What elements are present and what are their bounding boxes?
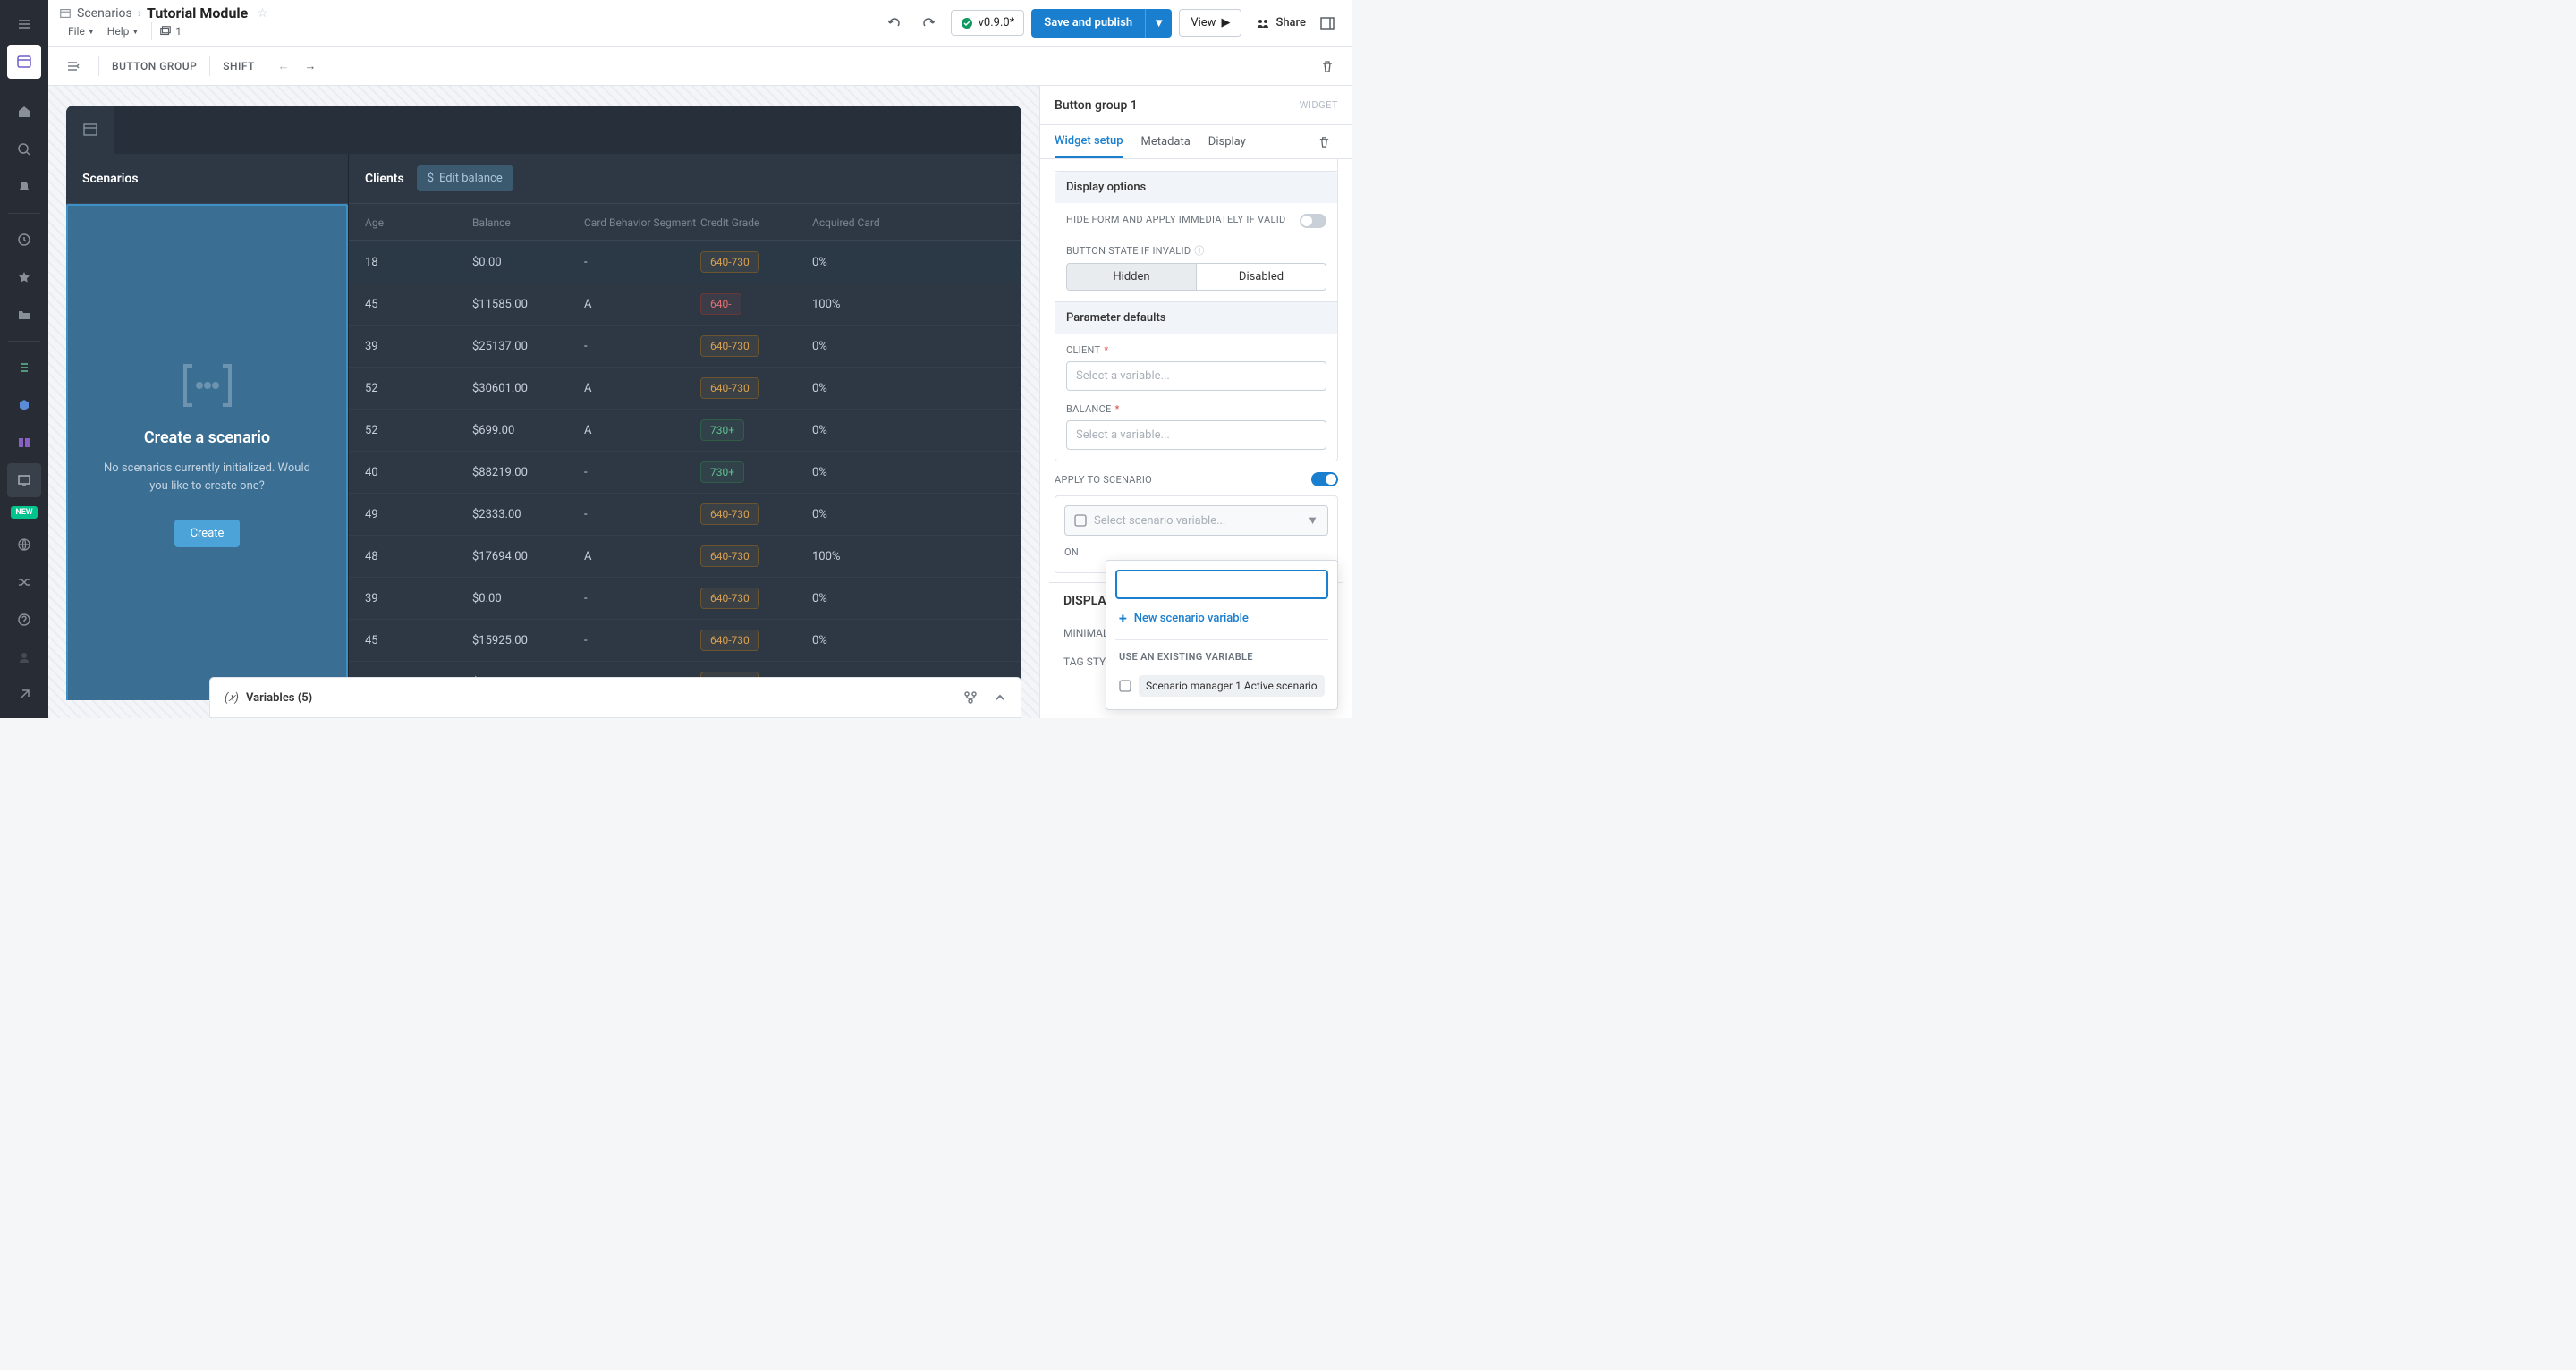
variables-bar[interactable]: (𝑥) Variables (5): [209, 677, 1021, 718]
table-row[interactable]: 40$88219.00-730+0%: [349, 452, 1021, 494]
create-scenario-button[interactable]: Create: [174, 520, 241, 547]
scenario-variable-dropdown: + New scenario variable USE AN EXISTING …: [1106, 560, 1338, 710]
file-menu[interactable]: File▼: [63, 21, 100, 41]
delete-widget-icon[interactable]: [1309, 128, 1338, 156]
rail-history-icon[interactable]: [7, 223, 41, 257]
rail-globe-icon[interactable]: [7, 528, 41, 562]
rail-menu-icon[interactable]: [7, 7, 41, 41]
chevron-up-icon[interactable]: [994, 691, 1006, 704]
table-row[interactable]: 45$11585.00A640-100%: [349, 283, 1021, 326]
edit-balance-button[interactable]: $ Edit balance: [417, 165, 513, 191]
button-state-segment: Hidden Disabled: [1066, 263, 1326, 291]
rail-shuffle-icon[interactable]: [7, 565, 41, 599]
view-button[interactable]: View▶: [1179, 9, 1241, 37]
panel-icon[interactable]: [1313, 9, 1342, 38]
tab-count[interactable]: 1: [159, 25, 182, 38]
client-variable-input[interactable]: [1066, 361, 1326, 391]
rail-search-icon[interactable]: [7, 132, 41, 166]
left-rail: NEW: [0, 0, 48, 718]
properties-panel: Button group 1 WIDGET Widget setup Metad…: [1039, 86, 1352, 718]
table-row[interactable]: 18$0.00-640-7300%: [349, 241, 1021, 283]
table-row[interactable]: 39$0.00-640-7300%: [349, 578, 1021, 620]
redo-icon[interactable]: [915, 9, 944, 38]
branch-icon[interactable]: [963, 690, 978, 705]
brackets-icon: [176, 360, 239, 410]
rail-star-icon[interactable]: [7, 260, 41, 294]
canvas-tab-icon[interactable]: [66, 106, 114, 154]
clients-table: Age Balance Card Behavior Segment Credit…: [349, 204, 1021, 700]
breadcrumb-parent[interactable]: Scenarios: [77, 6, 132, 21]
widget-type-label: BUTTON GROUP: [112, 60, 197, 72]
publish-button[interactable]: Save and publish: [1031, 9, 1145, 38]
shift-left-icon[interactable]: ←: [271, 54, 296, 79]
clients-header: Clients: [365, 172, 404, 186]
rail-list-icon[interactable]: [7, 351, 41, 385]
dropdown-search-input[interactable]: [1115, 570, 1328, 599]
rail-layout-icon[interactable]: [7, 426, 41, 460]
rail-cube-icon[interactable]: [7, 388, 41, 422]
scenario-empty-state: Create a scenario No scenarios currently…: [66, 204, 348, 700]
hide-form-toggle[interactable]: [1300, 214, 1326, 228]
check-icon: [961, 17, 973, 30]
breadcrumb: Scenarios › Tutorial Module ☆: [59, 4, 268, 21]
scenarios-header: Scenarios: [66, 154, 348, 204]
collapse-icon[interactable]: [59, 53, 86, 80]
publish-caret[interactable]: ▼: [1145, 9, 1172, 38]
rail-expand-icon[interactable]: [7, 678, 41, 712]
table-row[interactable]: 49$2333.00-640-7300%: [349, 494, 1021, 536]
shift-right-icon[interactable]: →: [298, 54, 323, 79]
rail-folder-icon[interactable]: [7, 298, 41, 332]
scenario-variable-select[interactable]: Select scenario variable... ▼: [1064, 505, 1328, 536]
rail-screen-icon[interactable]: [7, 463, 41, 497]
undo-icon[interactable]: [879, 9, 908, 38]
seg-hidden[interactable]: Hidden: [1067, 264, 1196, 290]
table-row[interactable]: 45$15925.00-640-7300%: [349, 620, 1021, 662]
rail-help-icon[interactable]: [7, 603, 41, 637]
balance-variable-input[interactable]: [1066, 420, 1326, 450]
seg-disabled[interactable]: Disabled: [1196, 264, 1326, 290]
tab-widget-setup[interactable]: Widget setup: [1055, 125, 1123, 158]
page-icon: [59, 7, 72, 20]
widget-toolbar: BUTTON GROUP SHIFT ← →: [48, 47, 1352, 86]
top-bar: Scenarios › Tutorial Module ☆ File▼ Help…: [48, 0, 1352, 47]
apply-scenario-toggle[interactable]: [1311, 472, 1338, 486]
page-title: Tutorial Module: [147, 4, 248, 21]
tab-metadata[interactable]: Metadata: [1141, 126, 1191, 157]
rail-user-icon[interactable]: [7, 640, 41, 674]
help-menu[interactable]: Help▼: [102, 21, 145, 41]
rail-active-icon[interactable]: [7, 45, 41, 79]
version-button[interactable]: v0.9.0*: [951, 10, 1025, 36]
widget-title: Button group 1: [1055, 98, 1300, 113]
new-badge: NEW: [11, 506, 37, 519]
table-row[interactable]: 52$699.00A730+0%: [349, 410, 1021, 452]
dropdown-item[interactable]: Scenario manager 1 Active scenario: [1115, 672, 1328, 700]
share-button[interactable]: Share: [1256, 16, 1306, 30]
canvas[interactable]: Scenarios Create a scenario No scenarios…: [48, 86, 1039, 718]
tab-display[interactable]: Display: [1208, 126, 1246, 157]
variable-icon: [1074, 514, 1087, 527]
new-scenario-variable[interactable]: + New scenario variable: [1115, 599, 1328, 638]
star-icon[interactable]: ☆: [257, 6, 268, 21]
rail-home-icon[interactable]: [7, 95, 41, 129]
table-row[interactable]: 48$17694.00A640-730100%: [349, 536, 1021, 578]
table-row[interactable]: 52$30601.00A640-7300%: [349, 368, 1021, 410]
trash-icon[interactable]: [1313, 52, 1342, 80]
table-row[interactable]: 39$25137.00-640-7300%: [349, 326, 1021, 368]
rail-bell-icon[interactable]: [7, 170, 41, 204]
dollar-icon: $: [428, 172, 434, 185]
help-icon[interactable]: ⓘ: [1194, 243, 1204, 258]
